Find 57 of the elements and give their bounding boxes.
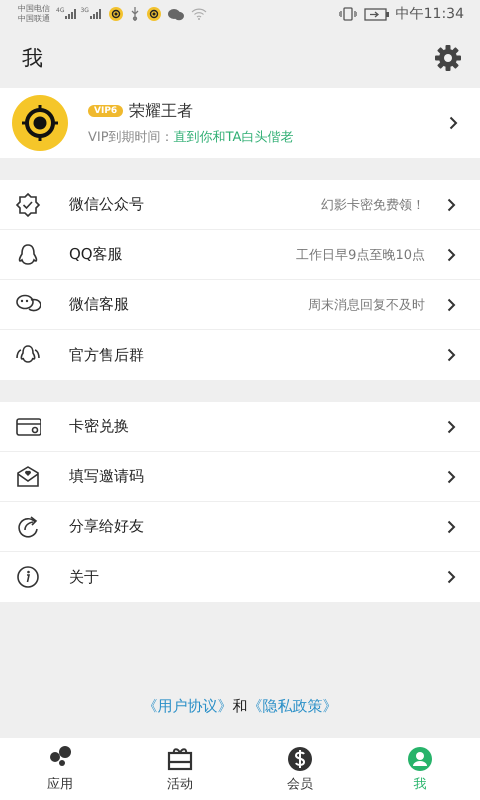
settings-icon[interactable] (434, 44, 462, 72)
menu-item-note: 工作日早9点至晚10点 (296, 246, 425, 264)
chat-icon (168, 8, 184, 20)
envelope-icon (15, 464, 41, 490)
menu-item-note: 幻影卡密免费领！ (321, 196, 425, 214)
menu-item[interactable]: 卡密兑换 (0, 402, 480, 452)
nav-tab[interactable]: 应用 (0, 738, 120, 800)
avatar-icon (12, 95, 68, 151)
menu-item-label: 微信客服 (69, 295, 129, 314)
chevron-right-icon (447, 420, 456, 434)
menu-item[interactable]: QQ客服 工作日早9点至晚10点 (0, 230, 480, 280)
vip-badge: VIP6 (88, 105, 124, 117)
signal-icon (90, 9, 102, 19)
nav-tab[interactable]: 活动 (120, 738, 240, 800)
menu-item-label: 填写邀请码 (69, 467, 144, 486)
person-icon (406, 745, 434, 773)
menu-item-note: 周末消息回复不及时 (308, 296, 425, 314)
chevron-right-icon (447, 298, 456, 312)
menu-item-label: 微信公众号 (69, 195, 144, 214)
menu-item[interactable]: 关于 (0, 552, 480, 602)
conjunction-text: 和 (232, 697, 248, 715)
menu-item[interactable]: 分享给好友 (0, 502, 480, 552)
clock-time: 中午11:34 (396, 5, 464, 23)
signal-icon (65, 9, 78, 19)
vibrate-icon (338, 7, 357, 21)
info-icon (15, 564, 41, 590)
user-name: 荣耀王者 (129, 100, 194, 122)
page-title: 我 (22, 45, 43, 72)
menu-item[interactable]: 官方售后群 (0, 330, 480, 380)
battery-icon (364, 8, 390, 20)
chevron-right-icon (447, 348, 456, 362)
dollar-coin-icon (286, 745, 314, 773)
menu-item-label: 关于 (69, 568, 99, 586)
chevron-right-icon (447, 570, 456, 584)
carrier-name: 中国联通 (18, 14, 50, 24)
chevron-right-icon (447, 470, 456, 484)
expiry-value: 直到你和TA白头偕老 (174, 128, 294, 146)
menu-item-label: 官方售后群 (69, 346, 144, 364)
chevron-right-icon (447, 248, 456, 262)
profile-card[interactable]: VIP6 荣耀王者 VIP到期时间：直到你和TA白头偕老 (0, 88, 480, 158)
nav-tab[interactable]: 会员 (240, 738, 360, 800)
chevron-right-icon (449, 116, 458, 130)
wifi-icon (190, 8, 207, 20)
usb-icon (130, 7, 140, 21)
target-icon (108, 7, 123, 21)
badge-check-icon (15, 192, 41, 218)
chevron-right-icon (447, 198, 456, 212)
menu-item-label: QQ客服 (69, 245, 123, 264)
menu-item[interactable]: 填写邀请码 (0, 452, 480, 502)
chevron-right-icon (447, 520, 456, 534)
menu-item-label: 分享给好友 (69, 517, 144, 536)
menu-item[interactable]: 微信客服 周末消息回复不及时 (0, 280, 480, 330)
expiry-label: VIP到期时间： (88, 128, 174, 146)
menu-item-label: 卡密兑换 (69, 417, 129, 436)
menu-item[interactable]: 微信公众号 幻影卡密免费领！ (0, 180, 480, 230)
carrier-name: 中国电信 (18, 4, 50, 14)
target-icon (146, 7, 161, 21)
